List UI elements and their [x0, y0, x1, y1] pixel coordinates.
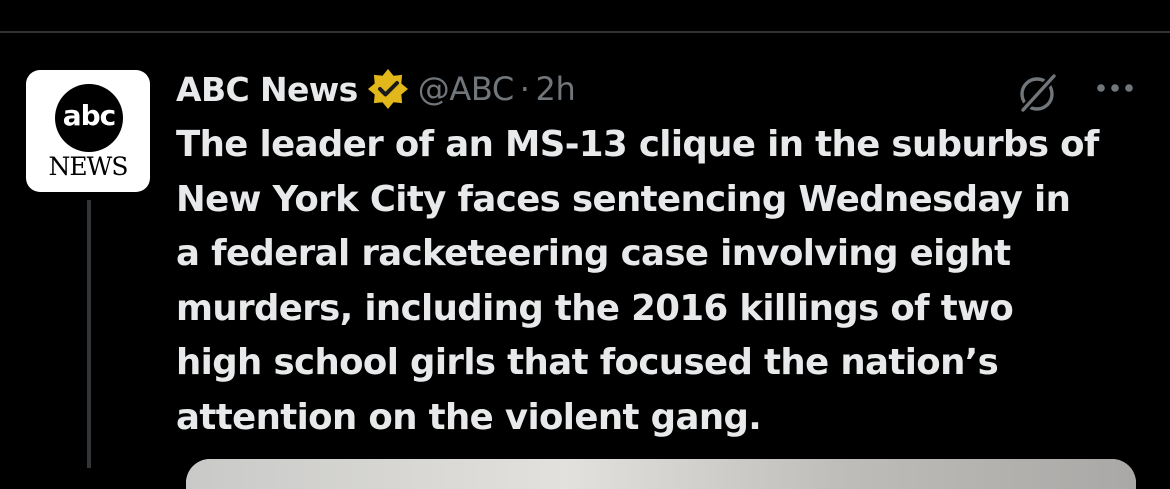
thread-line [87, 200, 91, 468]
tweet-media-image[interactable] [186, 459, 1136, 489]
tweet-text-line: New York City faces sentencing Wednesday… [176, 178, 1071, 220]
tweet-text-line: attention on the violent gang. [176, 396, 762, 438]
author-name[interactable]: ABC News [176, 70, 358, 109]
verified-badge-icon[interactable] [366, 67, 410, 111]
grok-icon[interactable] [1014, 70, 1060, 116]
tweet-text: The leader of an MS-13 clique in the sub… [176, 118, 1156, 445]
header-separator: · [519, 70, 530, 108]
author-avatar[interactable]: abc NEWS [26, 70, 150, 192]
abc-logo-circle: abc [55, 84, 123, 152]
tweet-text-line: murders, including the 2016 killings of … [176, 287, 1014, 329]
abc-logo-news-text: NEWS [48, 152, 129, 181]
abc-logo-text: abc [62, 99, 117, 132]
tweet-text-line: high school girls that focused the natio… [176, 342, 999, 383]
author-handle[interactable]: @ABC [418, 70, 514, 108]
tweet-header: ABC News @ABC · 2h [176, 64, 576, 114]
more-options-icon[interactable] [1094, 78, 1136, 98]
top-divider [0, 31, 1170, 33]
tweet-text-line: a federal racketeering case involving ei… [176, 233, 1011, 274]
tweet-text-line: The leader of an MS-13 clique in the sub… [176, 124, 1099, 165]
media-image-preview [186, 459, 1136, 489]
tweet-timestamp[interactable]: 2h [536, 70, 576, 108]
